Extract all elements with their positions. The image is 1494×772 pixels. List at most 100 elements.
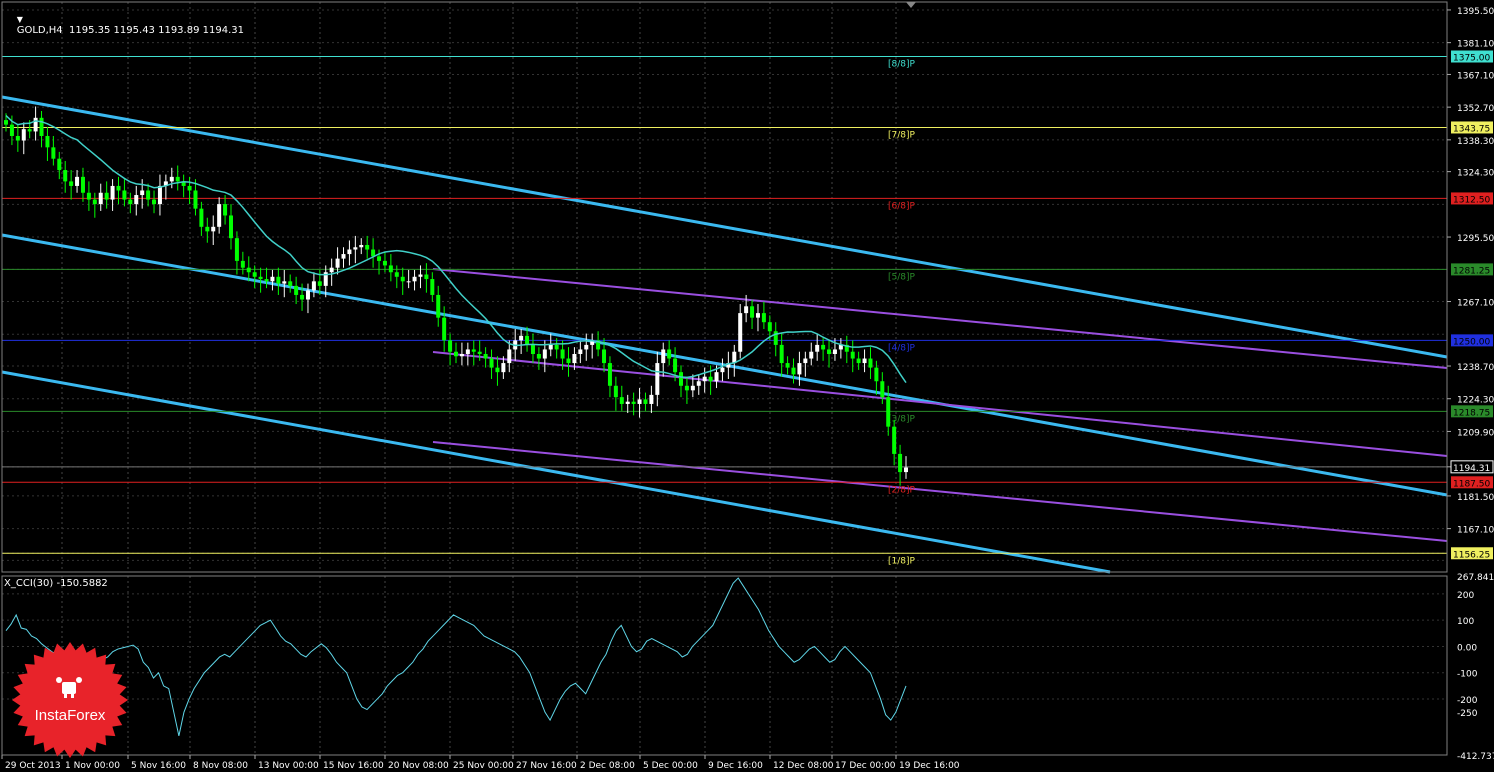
- candle-body: [619, 397, 624, 404]
- candle-body: [874, 367, 879, 382]
- candle-body: [276, 276, 281, 284]
- candle-body: [850, 351, 855, 359]
- candle-body: [63, 170, 68, 182]
- current-price-tag-text: 1194.31: [1453, 464, 1490, 474]
- cci-axis-label: -200: [1457, 696, 1478, 706]
- murrey-level-label: [2/8]P: [888, 485, 916, 495]
- cci-indicator-plot: [5, 577, 907, 736]
- candle-body: [797, 363, 802, 375]
- time-axis-label: 1 Nov 00:00: [65, 761, 120, 771]
- candle-body: [80, 176, 85, 193]
- candle-body: [436, 294, 441, 318]
- candle-body: [448, 340, 453, 352]
- candle-body: [667, 349, 672, 359]
- symbol-quote-line: GOLD,H4 1195.35 1195.43 1193.89 1194.31: [16, 25, 244, 36]
- candle-body: [607, 363, 612, 386]
- cci-axis-label: 200: [1457, 591, 1474, 601]
- candle-body: [311, 281, 316, 291]
- price-chart[interactable]: [8/8]P [7/8]P [6/8]P [5/8]P [4/8]P [3/8]P [2/8…: [0, 0, 1494, 772]
- candle-body: [104, 192, 109, 200]
- time-axis-label: 12 Dec 08:00: [773, 761, 834, 771]
- candle-body: [51, 147, 56, 159]
- candle-body: [359, 244, 364, 248]
- candle-body: [128, 199, 133, 205]
- candle-body: [92, 199, 97, 205]
- candle-body: [300, 294, 305, 300]
- candle-body: [489, 358, 494, 368]
- candle-body: [791, 367, 796, 375]
- candle-body: [69, 181, 74, 186]
- candle-body: [548, 344, 553, 350]
- indicator-panel-frame: [1, 575, 1448, 756]
- cci-axis-label: 267.8411: [1457, 573, 1494, 583]
- candle-body: [821, 344, 826, 350]
- price-level-tag-text: 1250.00: [1453, 337, 1490, 347]
- candle-body: [856, 358, 861, 364]
- price-axis-label: 1209.90: [1457, 428, 1494, 438]
- candle-body: [400, 276, 405, 282]
- price-axis-label: 1181.50: [1457, 493, 1494, 503]
- candle-body: [536, 353, 541, 359]
- murrey-level-label: [4/8]P: [888, 343, 916, 353]
- candle-body: [679, 372, 683, 386]
- candle-body: [193, 190, 198, 209]
- logo-text: InstaForex: [35, 707, 106, 724]
- candle-body: [477, 351, 482, 354]
- cci-axis-label: 0.00: [1457, 643, 1477, 653]
- candle-body: [779, 344, 784, 364]
- candle-body: [572, 353, 577, 364]
- candle-body: [229, 215, 233, 239]
- price-level-tag-text: 1218.75: [1453, 408, 1490, 418]
- price-axis-label: 1338.30: [1457, 137, 1494, 147]
- candle-body: [424, 274, 429, 280]
- murrey-level-label: [6/8]P: [888, 201, 916, 211]
- time-axis-label: 2 Dec 08:00: [580, 761, 635, 771]
- candle-body: [442, 317, 447, 341]
- candle-body: [335, 258, 340, 268]
- candle-body: [258, 276, 263, 280]
- candle-body: [305, 290, 310, 300]
- time-axis-label: 8 Nov 08:00: [193, 761, 248, 771]
- price-axis-label: 1352.70: [1457, 104, 1494, 114]
- cci-line: [5, 577, 907, 736]
- candle-body: [134, 195, 139, 205]
- candle-body: [341, 254, 346, 259]
- candle-body: [803, 358, 808, 364]
- candle-body: [868, 358, 873, 368]
- candle-body: [519, 335, 524, 341]
- murrey-level-label: [8/8]P: [888, 60, 916, 70]
- time-axis-label: 5 Dec 00:00: [643, 761, 698, 771]
- candle-body: [110, 185, 115, 200]
- time-axis-label: 15 Nov 16:00: [323, 761, 384, 771]
- candle-body: [9, 124, 14, 136]
- candle-body: [39, 117, 44, 136]
- price-axis-label: 1324.30: [1457, 169, 1494, 179]
- candle-body: [578, 349, 583, 354]
- candle-body: [252, 272, 257, 277]
- candle-body: [566, 358, 571, 364]
- candle-body: [57, 158, 62, 171]
- cci-axis-label: -250: [1457, 709, 1478, 719]
- murrey-level-label: [3/8]P: [888, 414, 916, 424]
- candle-body: [696, 381, 701, 386]
- candle-body: [27, 129, 32, 132]
- price-level-tag-text: 1343.75: [1453, 124, 1490, 134]
- candle-body: [15, 135, 20, 141]
- candle-body: [329, 267, 334, 273]
- candle-body: [157, 185, 162, 205]
- trend-channel-line: [1, 370, 1111, 574]
- time-axis-label: 25 Nov 00:00: [453, 761, 514, 771]
- candle-body: [649, 394, 654, 404]
- candle-body: [294, 285, 299, 295]
- time-axis-label: 29 Oct 2013: [5, 761, 61, 771]
- triangle-down-icon[interactable]: ▼: [17, 15, 23, 24]
- logo-seal: [12, 642, 128, 758]
- moving-average-line: [5, 115, 907, 384]
- candle-body: [140, 190, 145, 196]
- candle-body: [880, 381, 885, 398]
- candle-body: [690, 385, 695, 391]
- candle-body: [673, 358, 678, 373]
- candle-body: [602, 349, 607, 364]
- candle-body: [270, 276, 275, 282]
- candle-body: [347, 249, 352, 255]
